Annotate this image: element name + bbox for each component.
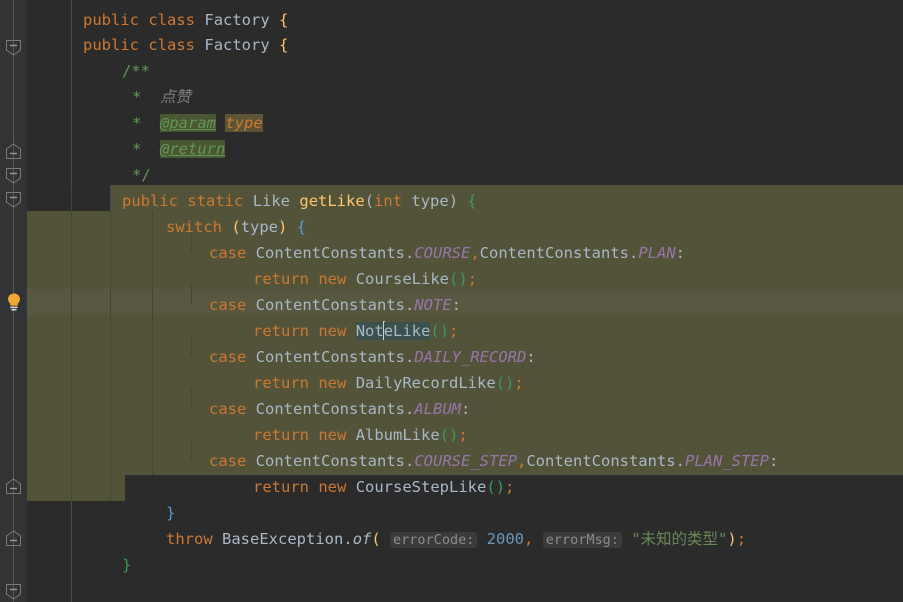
code-line-case-course: case ContentConstants.COURSE,ContentCons… (153, 214, 685, 262)
token-paren: ) (448, 192, 459, 210)
token-constant: PLAN (638, 244, 676, 262)
token-paren: ) (495, 478, 506, 496)
token-keyword: class (148, 36, 196, 54)
code-line-return-coursesteplike: return new CourseStepLike(); (197, 448, 514, 496)
token-method-name: getLike (299, 192, 365, 210)
inlay-hint-errormsg: errorMsg: (542, 532, 622, 548)
token-colon: : (675, 244, 685, 262)
code-line-return-courselike: return new CourseLike(); (197, 240, 477, 288)
code-line-method-close: } (66, 526, 131, 574)
token-semicolon: ; (467, 270, 478, 288)
token-class: BaseException (222, 530, 344, 548)
token-paren: ) (505, 374, 515, 392)
token-javadoc-param-name: type (225, 114, 263, 132)
token-paren: ( (495, 374, 506, 392)
code-line-switch-close: } (110, 474, 175, 522)
token-semicolon: ; (514, 374, 524, 392)
token-brace: } (122, 556, 132, 574)
token-parameter: type (411, 192, 449, 210)
token-brace: { (467, 192, 477, 210)
token-colon: : (526, 348, 536, 366)
token-semicolon: ; (736, 530, 747, 548)
code-line-class-decl: public class Factory { (27, 6, 288, 54)
token-paren: ( (486, 478, 496, 496)
token-javadoc-tag-return: @return (160, 140, 226, 158)
token-class: CourseStepLike (355, 478, 487, 496)
token-number: 2000 (486, 530, 524, 548)
code-line-javadoc-return: * @return (76, 110, 226, 158)
code-line-javadoc-text: * 点赞 (76, 58, 191, 106)
code-line-case-course-step: case ContentConstants.COURSE_STEP,Conten… (153, 422, 778, 470)
code-line-return-notelike: return new NoteLike(); (197, 292, 458, 340)
token-keyword: return (253, 478, 309, 496)
token-colon: : (768, 452, 779, 470)
code-content[interactable]: public class Factory { public class Fact… (0, 0, 903, 602)
code-line-case-daily-record: case ContentConstants.DAILY_RECORD: (153, 318, 536, 366)
token-keyword: new (318, 478, 347, 496)
code-line-case-note: case ContentConstants.NOTE: (153, 266, 461, 314)
token-paren: ( (371, 530, 381, 548)
token-dot: . (628, 244, 639, 262)
code-line-return-albumlike: return new AlbumLike(); (197, 396, 468, 444)
token-semicolon: ; (505, 478, 515, 496)
code-line-case-album: case ContentConstants.ALBUM: (153, 370, 470, 418)
code-line-javadoc-open: /** (66, 32, 150, 80)
code-line-switch: switch (type) { (110, 188, 306, 236)
token-dot: . (343, 530, 353, 548)
code-line-javadoc-close: */ (76, 136, 151, 184)
token-constant: PLAN_STEP (684, 452, 769, 470)
inlay-hint-errorcode: errorCode: (390, 532, 478, 548)
token-dot: . (675, 452, 685, 470)
code-line-return-dailyrecordlike: return new DailyRecordLike(); (197, 344, 524, 392)
code-editor[interactable]: public class Factory { public class Fact… (0, 0, 903, 602)
token-method-call: of (352, 530, 372, 548)
token-keyword: int (374, 192, 403, 210)
code-line-throw: throw BaseException.of( errorCode: 2000,… (110, 500, 746, 548)
token-paren: ) (727, 530, 737, 548)
token-brace: { (279, 36, 289, 54)
token-class: ContentConstants (479, 244, 629, 262)
token-string: "未知的类型" (631, 530, 728, 548)
token-class: Factory (204, 36, 270, 54)
token-keyword: throw (166, 530, 213, 548)
token-comma: , (516, 452, 527, 470)
token-class: ContentConstants (526, 452, 676, 470)
code-line-method-decl: public static Like getLike(int type) { (66, 162, 477, 210)
code-line-javadoc-param: * @param type (76, 84, 263, 132)
token-paren: ( (364, 192, 375, 210)
code-line-next-javadoc: /** (66, 578, 150, 602)
token-comma: , (524, 530, 534, 548)
